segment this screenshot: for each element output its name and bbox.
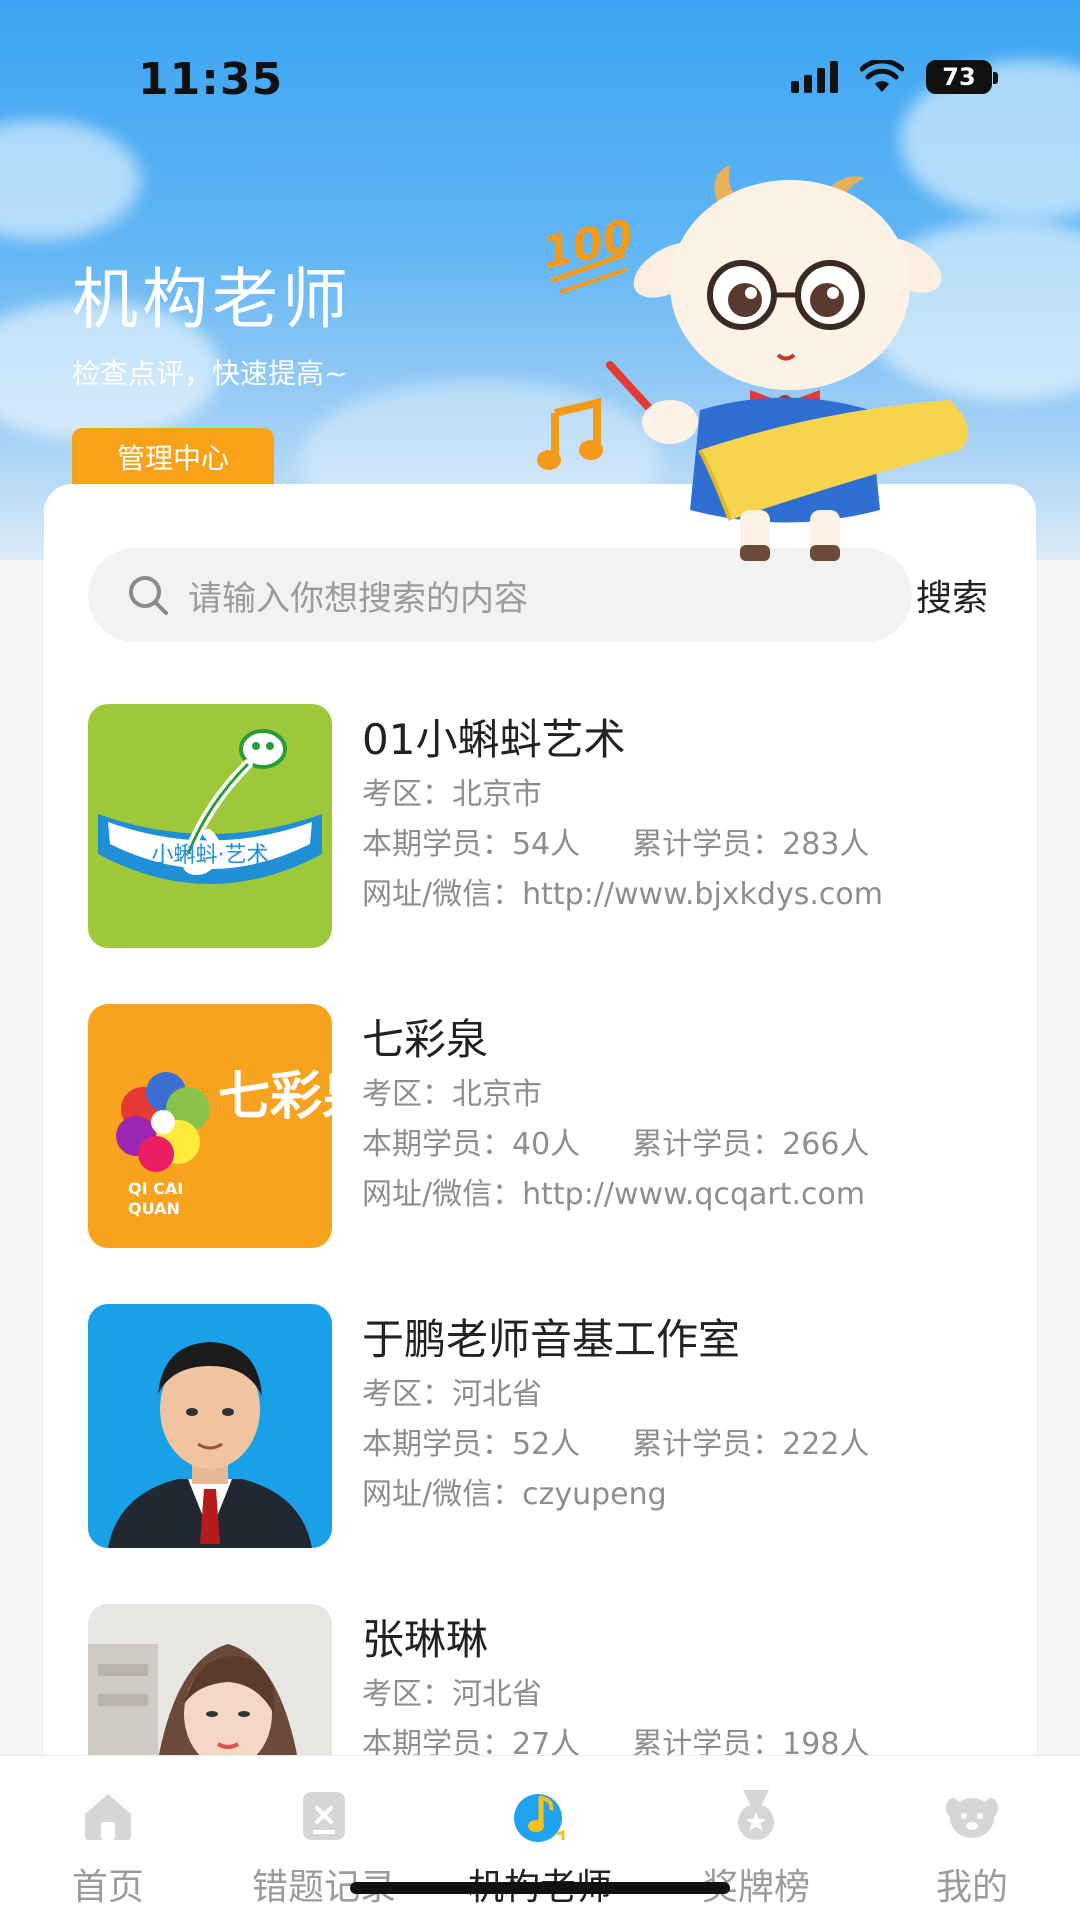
- institution-list-card: 请输入你想搜索的内容 搜索 小蝌蚪·艺术 01小蝌蚪艺术 考区：北京市 本期学员…: [44, 484, 1036, 1784]
- wifi-icon: [860, 60, 904, 92]
- total-students: 累计学员：266人: [632, 1127, 870, 1162]
- tab-mistake-record[interactable]: 错题记录: [216, 1756, 432, 1920]
- institution-region: 考区：北京市: [362, 1077, 542, 1112]
- total-students: 累计学员：222人: [632, 1427, 870, 1462]
- total-students: 累计学员：283人: [632, 827, 870, 862]
- institution-region: 考区：河北省: [362, 1677, 542, 1712]
- page: 11:35 73 机构老师 检查点评，快速提高~ 管理中心 100 请输入你想搜…: [0, 0, 1080, 1920]
- institution-logo: 七彩泉 QI CAI QUAN: [88, 1004, 332, 1248]
- logo-subtext: QUAN: [128, 1199, 180, 1218]
- medal-icon: [738, 1790, 774, 1840]
- tab-medal-board[interactable]: 奖牌榜: [648, 1756, 864, 1920]
- institution-logo: 小蝌蚪·艺术: [88, 704, 332, 948]
- current-students: 本期学员：54人: [362, 827, 581, 862]
- home-indicator[interactable]: [350, 1882, 730, 1894]
- page-subtitle: 检查点评，快速提高~: [72, 357, 348, 390]
- search-icon: [129, 576, 168, 615]
- logo-text: 小蝌蚪·艺术: [152, 843, 269, 868]
- institution-name: 于鹏老师音基工作室: [362, 1315, 741, 1364]
- institution-list: 小蝌蚪·艺术 01小蝌蚪艺术 考区：北京市 本期学员：54人 累计学员：283人 …: [88, 704, 992, 1784]
- institution-item[interactable]: 于鹏老师音基工作室 考区：河北省 本期学员：52人 累计学员：222人 网址/微信…: [88, 1304, 992, 1604]
- page-title: 机构老师: [72, 261, 352, 338]
- institution-name: 张琳琳: [362, 1615, 489, 1664]
- search-placeholder: 请输入你想搜索的内容: [188, 578, 528, 619]
- teacher-photo: [88, 1304, 332, 1548]
- battery-icon: 73: [926, 60, 998, 94]
- tab-profile[interactable]: 我的: [864, 1756, 1080, 1920]
- tab-institution-teachers[interactable]: 机构老师: [432, 1756, 648, 1920]
- institution-contact: 网址/微信：czyupeng: [362, 1477, 667, 1512]
- logo-text: 七彩泉: [218, 1067, 332, 1127]
- tab-label: 我的: [935, 1867, 1008, 1908]
- mistake-record-icon: [303, 1792, 345, 1840]
- institution-item[interactable]: 七彩泉 QI CAI QUAN 七彩泉 考区：北京市 本期学员：40人 累计学员：…: [88, 1004, 992, 1304]
- institution-name: 01小蝌蚪艺术: [362, 715, 626, 764]
- institution-contact: 网址/微信：http://www.qcqart.com: [362, 1177, 866, 1212]
- home-icon: [85, 1794, 131, 1840]
- tab-label: 首页: [71, 1867, 144, 1908]
- institution-contact: 网址/微信：http://www.bjxkdys.com: [362, 877, 883, 912]
- institution-name: 七彩泉: [362, 1015, 489, 1064]
- goat-mascot-illustration: [606, 165, 968, 561]
- institution-region: 考区：北京市: [362, 777, 542, 812]
- status-time: 11:35: [138, 54, 284, 105]
- current-students: 本期学员：40人: [362, 1127, 581, 1162]
- manage-center-button[interactable]: 管理中心: [72, 428, 274, 486]
- logo-subtext: QI CAI: [128, 1179, 183, 1198]
- institution-region: 考区：河北省: [362, 1377, 542, 1412]
- profile-icon: [946, 1798, 998, 1838]
- institution-item[interactable]: 小蝌蚪·艺术 01小蝌蚪艺术 考区：北京市 本期学员：54人 累计学员：283人 …: [88, 704, 992, 1004]
- bottom-tab-bar: 首页 错题记录 机构老师: [0, 1755, 1080, 1920]
- cellular-signal-icon: [791, 61, 838, 93]
- tab-home[interactable]: 首页: [0, 1756, 216, 1920]
- status-icons: 73: [791, 60, 998, 94]
- music-note-icon: [514, 1794, 565, 1842]
- current-students: 本期学员：52人: [362, 1427, 581, 1462]
